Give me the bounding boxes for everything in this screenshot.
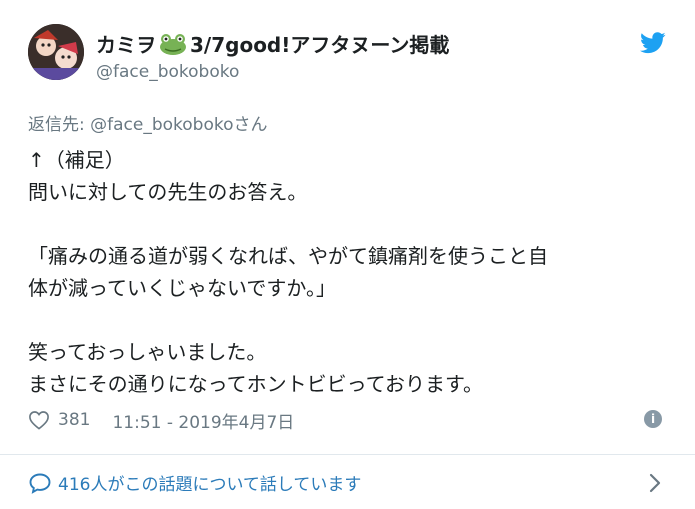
tweet-line: まさにその通りになってホントビビっております。: [28, 372, 483, 396]
avatar[interactable]: [28, 24, 84, 80]
tweet-line: 問いに対しての先生のお答え。: [28, 180, 308, 204]
display-name-part2: 3/7good!アフタヌーン掲載: [190, 33, 450, 57]
like-count[interactable]: 381: [58, 410, 90, 430]
conversation-link[interactable]: 416人がこの話題について話しています: [28, 470, 361, 495]
display-name-part1: カミヲ: [96, 33, 156, 57]
speech-bubble-icon: [29, 473, 51, 494]
tweet-text: ↑（補足） 問いに対しての先生のお答え。 「痛みの通る道が弱くなれば、やがて鎮痛…: [28, 144, 668, 400]
divider: [0, 454, 695, 455]
conversation-text: 416人がこの話題について話しています: [58, 475, 362, 495]
user-handle[interactable]: @face_bokoboko: [96, 62, 239, 82]
display-name[interactable]: カミヲ 3/7good!アフタヌーン掲載: [96, 29, 449, 58]
tweet-line: ↑（補足）: [28, 148, 125, 172]
tweet-line: 「痛みの通る道が弱くなれば、やがて鎮痛剤を使うこと自: [28, 244, 548, 268]
tweet-line: 体が減っていくじゃないですか。」: [28, 276, 336, 300]
heart-icon[interactable]: [28, 410, 50, 430]
reply-context: 返信先: @face_bokobokoさん: [28, 110, 268, 135]
chevron-right-icon[interactable]: [648, 472, 662, 494]
reply-prefix: 返信先:: [28, 115, 91, 135]
tweet-line: [28, 304, 668, 336]
tweet-timestamp[interactable]: 11:51 - 2019年4月7日: [112, 408, 294, 433]
info-icon[interactable]: i: [644, 410, 662, 428]
reply-mention-link[interactable]: @face_bokoboko: [90, 115, 233, 135]
tweet-meta: 381 11:51 - 2019年4月7日: [28, 407, 294, 433]
reply-suffix: さん: [233, 115, 268, 135]
tweet-line: [28, 208, 668, 240]
tweet-card: カミヲ 3/7good!アフタヌーン掲載 @face_bokoboko 返信先:…: [0, 0, 695, 509]
frog-emoji: [160, 33, 186, 55]
twitter-bird-icon[interactable]: [640, 32, 666, 54]
tweet-line: 笑っておっしゃいました。: [28, 340, 267, 364]
